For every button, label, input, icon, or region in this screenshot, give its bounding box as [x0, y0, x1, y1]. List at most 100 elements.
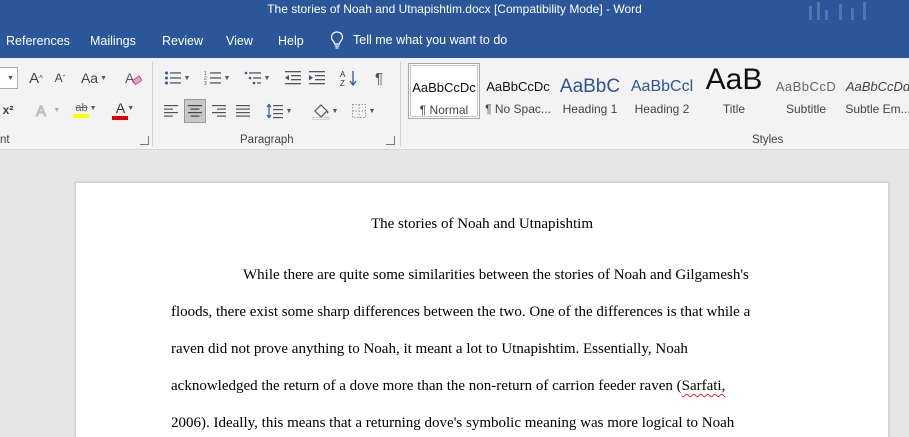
style-sample: AaBbCcDc	[412, 80, 476, 95]
group-separator	[152, 62, 153, 146]
style-heading-1[interactable]: AaBbC Heading 1	[554, 63, 626, 119]
tab-view[interactable]: View	[226, 34, 253, 48]
text-effects-button[interactable]: A ▼	[30, 100, 64, 120]
lightbulb-icon	[330, 31, 344, 49]
style-name: Heading 1	[562, 102, 618, 116]
clear-formatting-button[interactable]: A	[122, 68, 144, 88]
align-left-icon	[164, 105, 178, 117]
style-sample: AaBbC	[559, 76, 621, 97]
svg-text:A: A	[340, 70, 346, 79]
highlight-color-button[interactable]: ab ▼	[68, 99, 104, 121]
justify-icon	[236, 105, 250, 117]
superscript-button[interactable]: x²	[0, 100, 18, 120]
change-case-button[interactable]: Aa ▼	[78, 68, 110, 88]
sort-icon: A Z	[340, 70, 357, 87]
change-case-icon: Aa	[80, 70, 99, 86]
sort-button[interactable]: A Z	[338, 68, 360, 88]
font-size-dropdown[interactable]: ▼	[0, 67, 18, 89]
paragraph-group-label: Paragraph	[240, 134, 294, 146]
font-color-button[interactable]: A ▼	[108, 99, 142, 121]
tell-me-label: Tell me what you want to do	[353, 33, 508, 47]
clear-formatting-icon: A	[125, 70, 142, 86]
chevron-down-icon: ▼	[7, 74, 14, 82]
ribbon: ▼ A ^ Aˇ Aa ▼ A x² A ▼ ab ▼ A ▼ nt ▼ 1 2…	[0, 58, 909, 150]
title-bar: The stories of Noah and Utnapishtim.docx…	[0, 0, 909, 22]
style-sample: AaBbCcDd	[845, 79, 909, 94]
line-spacing-button[interactable]: ▼	[262, 100, 296, 122]
borders-button[interactable]: ▼	[346, 100, 380, 122]
svg-text:A: A	[36, 103, 46, 119]
superscript-icon: x²	[2, 103, 14, 117]
decrease-indent-button[interactable]	[282, 68, 304, 88]
document-line: acknowledged the return of a dove more t…	[171, 378, 725, 395]
shrink-font-icon: A	[54, 71, 63, 85]
style-name: Subtle Em...	[845, 102, 909, 116]
align-center-button[interactable]	[184, 99, 206, 123]
style-sample: AaB	[705, 67, 763, 95]
highlighter-icon: ab	[75, 102, 88, 114]
document-line: While there are quite some similarities …	[243, 267, 749, 283]
spelling-error-citation[interactable]: Sarfati,	[682, 378, 726, 394]
increase-indent-button[interactable]	[306, 68, 328, 88]
align-center-icon	[188, 105, 202, 117]
shrink-font-button[interactable]: Aˇ	[50, 68, 70, 88]
document-line: raven did not prove anything to Noah, it…	[171, 341, 688, 357]
tab-help[interactable]: Help	[278, 34, 304, 48]
style-name: Title	[722, 102, 746, 116]
document-line: floods, there exist some sharp differenc…	[171, 304, 751, 320]
text-effects-icon: A	[35, 103, 46, 120]
numbered-list-icon: 1 2 3	[204, 71, 221, 86]
align-left-button[interactable]	[160, 100, 182, 122]
style-name: Heading 2	[634, 102, 690, 116]
justify-button[interactable]	[232, 100, 254, 122]
font-group-label: nt	[0, 134, 10, 146]
style-sample: AaBbCcD	[775, 79, 837, 94]
paragraph-dialog-launcher[interactable]	[386, 136, 395, 145]
document-page[interactable]: The stories of Noah and Utnapishtim Whil…	[75, 182, 889, 437]
title-bar-decoration	[799, 0, 879, 22]
style-subtle-emphasis[interactable]: AaBbCcDd Subtle Em...	[842, 63, 909, 119]
style-name: ¶ No Spac...	[485, 102, 551, 116]
show-formatting-marks-button[interactable]: ¶	[368, 68, 390, 88]
align-right-button[interactable]	[208, 100, 230, 122]
increase-indent-icon	[309, 71, 325, 85]
tell-me-search[interactable]: Tell me what you want to do	[330, 31, 507, 49]
grow-font-button[interactable]: A ^	[26, 68, 46, 88]
style-name: ¶ Normal	[419, 103, 469, 117]
style-heading-2[interactable]: AaBbCcl Heading 2	[626, 63, 698, 119]
align-right-icon	[212, 105, 226, 117]
multilevel-list-icon	[244, 71, 261, 85]
bullet-list-icon	[164, 71, 181, 85]
tab-mailings[interactable]: Mailings	[90, 34, 136, 48]
highlight-color-bar	[73, 114, 89, 118]
window-title: The stories of Noah and Utnapishtim.docx…	[267, 2, 642, 16]
style-no-spacing[interactable]: AaBbCcDc ¶ No Spac...	[482, 63, 554, 119]
grow-font-icon: A	[29, 69, 40, 87]
style-name: Subtitle	[785, 102, 827, 116]
paint-bucket-icon	[312, 104, 329, 120]
style-sample: AaBbCcl	[630, 78, 694, 95]
bullets-button[interactable]: ▼	[160, 68, 194, 88]
document-title: The stories of Noah and Utnapishtim	[370, 216, 594, 232]
multilevel-list-button[interactable]: ▼	[240, 68, 274, 88]
group-separator	[400, 62, 401, 146]
svg-text:3: 3	[204, 81, 207, 86]
borders-icon	[351, 104, 366, 118]
shading-button[interactable]: ▼	[308, 100, 342, 122]
tab-references[interactable]: References	[6, 34, 70, 48]
styles-group-label: Styles	[752, 134, 784, 146]
pilcrow-icon: ¶	[374, 69, 384, 87]
svg-text:A: A	[125, 70, 135, 86]
document-line: 2006). Ideally, this means that a return…	[171, 415, 735, 431]
numbering-button[interactable]: 1 2 3 ▼	[200, 68, 234, 88]
tab-review[interactable]: Review	[162, 34, 203, 48]
decrease-indent-icon	[285, 71, 301, 85]
styles-gallery: AaBbCcDc ¶ Normal AaBbCcDc ¶ No Spac... …	[408, 63, 909, 119]
style-title[interactable]: AaB Title	[698, 63, 770, 119]
font-color-icon: A	[115, 100, 126, 116]
line-spacing-icon	[266, 103, 283, 119]
style-normal[interactable]: AaBbCcDc ¶ Normal	[408, 63, 480, 119]
font-dialog-launcher[interactable]	[140, 136, 149, 145]
font-color-bar	[112, 116, 128, 120]
style-subtitle[interactable]: AaBbCcD Subtitle	[770, 63, 842, 119]
